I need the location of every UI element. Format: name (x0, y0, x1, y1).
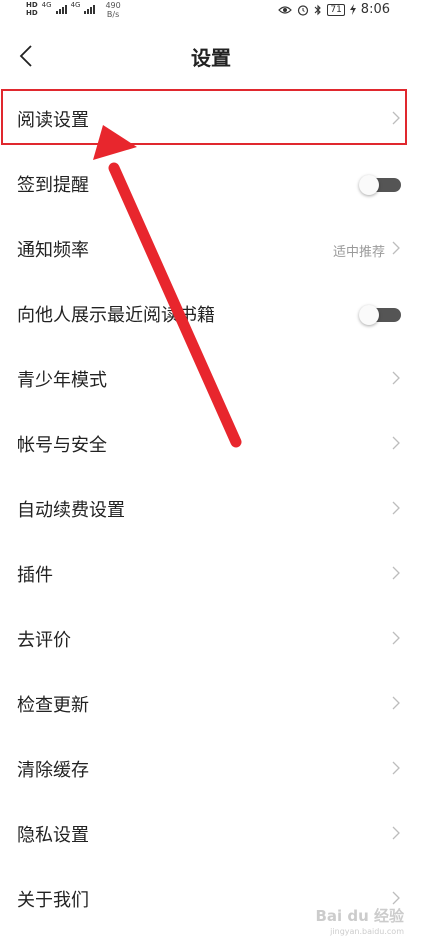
chevron-right-icon (392, 501, 400, 515)
status-right: 71 8:06 (278, 2, 390, 17)
setting-notify-frequency[interactable]: 通知频率 适中推荐 (0, 217, 422, 282)
status-left: HD HD 4G 4G 490 B/s (26, 1, 121, 19)
setting-label: 签到提醒 (17, 175, 89, 196)
chevron-right-icon (392, 826, 400, 840)
toggle-knob (359, 305, 379, 325)
highlight-box (1, 89, 407, 145)
chevron-right-icon (392, 436, 400, 450)
chevron-right-icon (392, 241, 400, 255)
watermark-text: Bai du 经验 (315, 907, 404, 925)
signal2-icon (84, 4, 96, 14)
sim2-label: HD (26, 9, 38, 17)
watermark-subtext: jingyan.baidu.com (330, 927, 404, 936)
show-recent-books-toggle[interactable] (359, 305, 401, 325)
network1-label: 4G (41, 1, 52, 9)
setting-label: 清除缓存 (17, 760, 89, 781)
setting-label: 检查更新 (17, 695, 89, 716)
battery-level: 71 (327, 3, 345, 16)
setting-teen-mode[interactable]: 青少年模式 (0, 347, 422, 412)
charging-icon (349, 4, 356, 15)
eye-icon (278, 5, 293, 14)
setting-label: 通知频率 (17, 240, 89, 261)
status-bar: HD HD 4G 4G 490 B/s 71 8:06 (0, 0, 422, 22)
setting-label: 青少年模式 (17, 370, 107, 391)
setting-rate-app[interactable]: 去评价 (0, 607, 422, 672)
bluetooth-icon (314, 4, 322, 15)
nav-bar: 设置 (0, 30, 422, 82)
setting-label: 关于我们 (17, 890, 89, 911)
setting-account-security[interactable]: 帐号与安全 (0, 412, 422, 477)
chevron-right-icon (392, 891, 400, 905)
page-title: 设置 (191, 46, 231, 70)
setting-label: 自动续费设置 (17, 500, 125, 521)
setting-auto-renew[interactable]: 自动续费设置 (0, 477, 422, 542)
baidu-watermark: Bai du 经验 jingyan.baidu.com (315, 905, 404, 936)
chevron-right-icon (392, 371, 400, 385)
sim1-label: HD (26, 1, 38, 9)
toggle-knob (359, 175, 379, 195)
setting-privacy[interactable]: 隐私设置 (0, 802, 422, 867)
checkin-reminder-toggle[interactable] (359, 175, 401, 195)
chevron-right-icon (392, 631, 400, 645)
setting-label: 向他人展示最近阅读书籍 (17, 305, 215, 326)
settings-list: 阅读设置 签到提醒 通知频率 适中推荐 向他人展示最近阅读书籍 青少年模式 帐号… (0, 87, 422, 932)
chevron-right-icon (392, 761, 400, 775)
sim-labels: HD HD (26, 1, 38, 17)
signal1-icon (55, 4, 67, 14)
setting-clear-cache[interactable]: 清除缓存 (0, 737, 422, 802)
clock: 8:06 (360, 2, 390, 17)
setting-check-update[interactable]: 检查更新 (0, 672, 422, 737)
setting-plugins[interactable]: 插件 (0, 542, 422, 607)
net-speed: 490 B/s (105, 1, 120, 19)
alarm-icon (298, 4, 309, 16)
notify-frequency-value: 适中推荐 (332, 245, 385, 260)
setting-checkin-reminder: 签到提醒 (0, 152, 422, 217)
setting-label: 去评价 (17, 630, 71, 651)
chevron-right-icon (392, 696, 400, 710)
setting-label: 插件 (17, 565, 53, 586)
setting-label: 隐私设置 (17, 825, 89, 846)
net-speed-unit: B/s (106, 10, 120, 19)
setting-label: 帐号与安全 (17, 435, 107, 456)
network2-label: 4G (70, 1, 81, 9)
chevron-right-icon (392, 566, 400, 580)
setting-show-recent-books: 向他人展示最近阅读书籍 (0, 282, 422, 347)
net-speed-value: 490 (105, 1, 121, 10)
